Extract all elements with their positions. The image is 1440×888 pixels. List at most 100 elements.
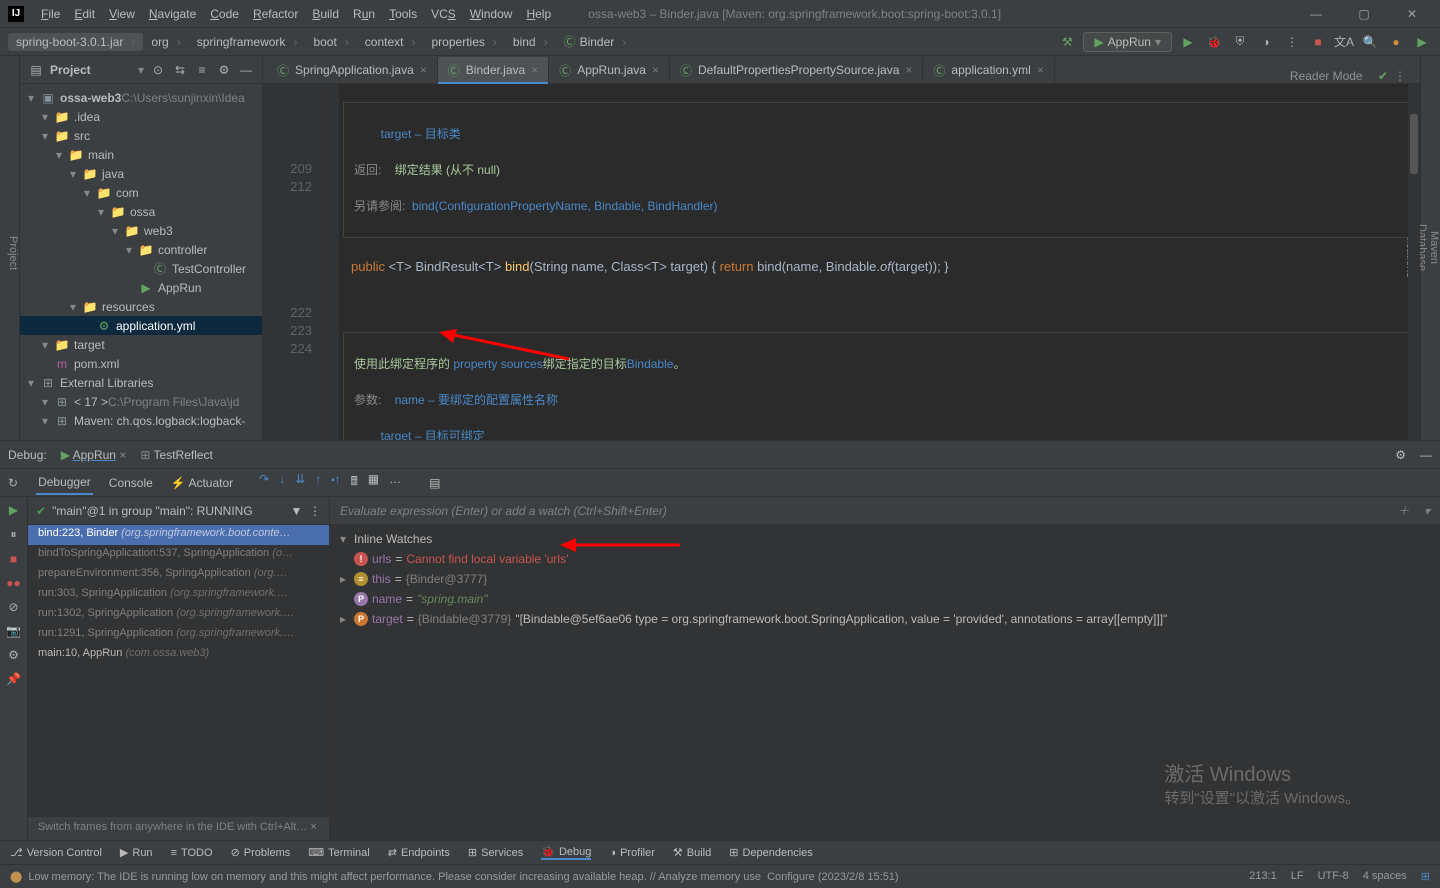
menu-build[interactable]: Build [305,7,346,21]
coverage-icon[interactable]: ⛨ [1230,32,1250,52]
variables-tree[interactable]: ▾Inline Watches ! urls = Cannot find loc… [330,525,1440,840]
hide-icon[interactable]: — [238,63,254,77]
debug-settings-icon[interactable]: ⚙ [1395,448,1406,462]
tree-node[interactable]: ▾📁src [20,126,262,145]
step-over-icon[interactable]: ↷ [259,472,269,493]
menu-edit[interactable]: Edit [67,7,102,21]
tree-node[interactable]: ▾⊞< 17 > C:\Program Files\Java\jd [20,392,262,411]
debug-reflect-tab[interactable]: ⊞ TestReflect [140,448,213,462]
problems-tab[interactable]: ⊘ Problems [231,846,291,859]
project-view-icon[interactable]: ▤ [28,63,44,77]
pin-tab-icon[interactable]: 📌 [6,672,21,686]
build-tab[interactable]: ⚒ Build [673,846,711,859]
code-with-me-icon[interactable]: ▶ [1412,32,1432,52]
restart-icon[interactable]: ↻ [8,476,18,490]
more-debug-icon[interactable]: … [389,472,401,493]
maven-tool-tab[interactable]: Maven [1428,66,1440,430]
todo-tab[interactable]: ≡ TODO [171,847,213,859]
variable-row[interactable]: P name = "spring.main" [330,589,1440,609]
project-tree[interactable]: ▾▣ossa-web3 C:\Users\sunjinxin\Idea▾📁.id… [20,84,262,434]
console-tab[interactable]: Console [107,472,155,494]
evaluate-icon[interactable]: 🖩 [351,472,358,493]
tree-node[interactable]: ▾📁java [20,164,262,183]
menu-window[interactable]: Window [463,7,520,21]
resume-icon[interactable]: ▶ [9,503,18,517]
frames-list[interactable]: bind:223, Binder (org.springframework.bo… [28,525,329,816]
tree-node[interactable]: ⚙application.yml [20,316,262,335]
frames-more-icon[interactable]: ⋮ [309,504,321,518]
tree-node[interactable]: ▾📁web3 [20,221,262,240]
menu-refactor[interactable]: Refactor [246,7,305,21]
pause-icon[interactable]: ⏸ [10,527,16,542]
menu-code[interactable]: Code [203,7,246,21]
crumb[interactable]: boot [305,33,356,51]
menu-vcs[interactable]: VCS [424,7,463,21]
code[interactable]: target – 目标类 返回: 绑定结果 (从不 null) 另请参阅: bi… [339,84,1420,440]
dependencies-tab[interactable]: ⊞ Dependencies [729,846,813,859]
settings-debug-icon[interactable]: ⚙ [8,648,19,662]
filter-icon[interactable]: ▼ [290,504,302,518]
crumb[interactable]: springframework [189,33,306,51]
crumb[interactable]: org [143,33,188,51]
editor-scrollbar[interactable] [1408,84,1420,440]
mute-bp-icon[interactable]: ⊘ [8,600,18,614]
profiler-tab[interactable]: ◑ Profiler [609,847,655,859]
expand-all-icon[interactable]: ⇆ [172,63,188,77]
debug-tab[interactable]: 🐞 Debug [541,845,591,860]
select-opened-file-icon[interactable]: ⊙ [150,63,166,77]
tree-node[interactable]: ▾⊞External Libraries [20,373,262,392]
tree-node[interactable]: ▾📁controller [20,240,262,259]
status-configure[interactable]: Configure (2023/2/8 15:51) [767,871,898,883]
endpoints-tab[interactable]: ⇄ Endpoints [388,846,450,859]
actuator-tab[interactable]: ⚡ Actuator [169,472,235,494]
editor-tab[interactable]: ⒸSpringApplication.java× [267,57,438,83]
stack-frame[interactable]: run:1302, SpringApplication (org.springf… [28,605,329,625]
editor[interactable]: 209212222223224 target – 目标类 返回: 绑定结果 (从… [263,84,1420,440]
tree-node[interactable]: ▶AppRun [20,278,262,297]
camera-icon[interactable]: 📷 [6,624,21,638]
crumb-jar[interactable]: spring-boot-3.0.1.jar [8,33,143,51]
variable-row[interactable]: ▸≡ this = {Binder@3777} [330,569,1440,589]
encoding[interactable]: UTF-8 [1318,870,1349,883]
version-control-tab[interactable]: ⎇ Version Control [10,846,102,859]
menu-run[interactable]: Run [346,7,382,21]
inspections-ok-icon[interactable]: ✔ [1378,69,1388,83]
editor-tab[interactable]: Ⓒapplication.yml× [923,57,1054,83]
search-icon[interactable]: 🔍 [1360,32,1380,52]
profile-icon[interactable]: ◑ [1256,32,1276,52]
line-separator[interactable]: LF [1291,870,1304,883]
debug-run-tab[interactable]: ▶ AppRun × [61,448,127,462]
tree-node[interactable]: ▾📁target [20,335,262,354]
reader-mode-label[interactable]: Reader Mode [1290,69,1363,83]
stack-frame[interactable]: bindToSpringApplication:537, SpringAppli… [28,545,329,565]
debugger-tab[interactable]: Debugger [36,471,93,495]
debug-icon[interactable]: 🐞 [1204,32,1224,52]
tree-root[interactable]: ▾▣ossa-web3 C:\Users\sunjinxin\Idea [20,88,262,107]
stop-icon[interactable]: ■ [1308,32,1328,52]
stack-frame[interactable]: run:303, SpringApplication (org.springfr… [28,585,329,605]
more-icon[interactable]: ⋮ [1282,32,1302,52]
build-icon[interactable]: ⚒ [1057,32,1077,52]
tree-node[interactable]: ▾📁.idea [20,107,262,126]
layout-icon[interactable]: ▤ [429,476,440,490]
tree-node[interactable]: ▾📁ossa [20,202,262,221]
evaluate-input[interactable]: Evaluate expression (Enter) or add a wat… [330,497,1440,525]
editor-tab[interactable]: ⒸBinder.java× [438,57,549,83]
tree-node[interactable]: ▾📁com [20,183,262,202]
editor-tab[interactable]: ⒸDefaultPropertiesPropertySource.java× [670,57,923,83]
caret-position[interactable]: 213:1 [1249,870,1277,883]
tree-node[interactable]: ▾📁resources [20,297,262,316]
maximize-icon[interactable]: ▢ [1344,7,1384,21]
warning-icon[interactable]: ⬤ [10,870,22,883]
run-to-cursor-icon[interactable]: ⬝↑ [331,472,340,493]
stop-debug-icon[interactable]: ■ [10,552,17,566]
close-icon[interactable]: ✕ [1392,7,1432,21]
crumb[interactable]: bind [505,33,556,51]
menu-file[interactable]: File [34,7,67,21]
thread-status[interactable]: "main"@1 in group "main": RUNNING [52,504,253,518]
translate-icon[interactable]: 文A [1334,32,1354,52]
stack-frame[interactable]: prepareEnvironment:356, SpringApplicatio… [28,565,329,585]
stack-frame[interactable]: bind:223, Binder (org.springframework.bo… [28,525,329,545]
collapse-icon[interactable]: ≡ [194,63,210,77]
tree-node[interactable]: mpom.xml [20,354,262,373]
